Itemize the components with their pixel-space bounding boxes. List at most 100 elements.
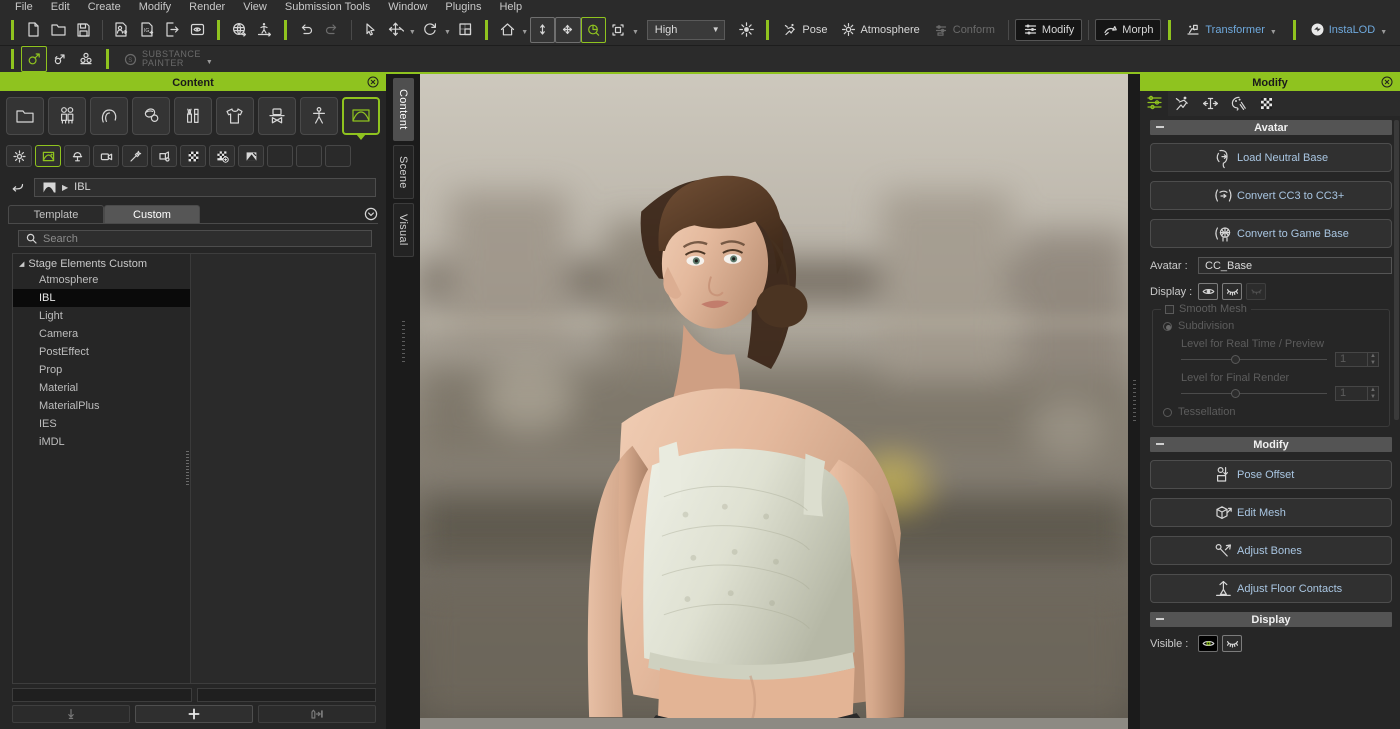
sunlight-toggle-button[interactable]	[734, 17, 759, 43]
viewport-3d[interactable]	[420, 74, 1128, 729]
import-object-button[interactable]: IG	[135, 17, 160, 43]
import-character-button[interactable]	[109, 17, 134, 43]
right-splitter-handle[interactable]	[1128, 74, 1140, 729]
new-project-button[interactable]	[21, 17, 46, 43]
menu-item-plugins[interactable]: Plugins	[436, 1, 490, 14]
world-transform-button[interactable]	[227, 17, 252, 43]
home-view-button[interactable]	[495, 17, 520, 43]
smooth-mesh-checkbox[interactable]	[1165, 305, 1174, 314]
subcategory-empty-3[interactable]	[325, 145, 351, 167]
subcategory-empty-2[interactable]	[296, 145, 322, 167]
convert-cc3-button[interactable]: Convert CC3 to CC3+	[1150, 181, 1392, 210]
subcategory-imdl[interactable]	[238, 145, 264, 167]
section-header-display[interactable]: Display	[1150, 612, 1392, 627]
menu-item-help[interactable]: Help	[490, 1, 531, 14]
adjust-bones-button[interactable]: Adjust Bones	[1150, 536, 1392, 565]
export-button[interactable]	[160, 17, 185, 43]
eyelash-icon[interactable]	[1222, 283, 1242, 300]
close-icon[interactable]	[1381, 76, 1393, 88]
tree-splitter-handle[interactable]	[186, 451, 189, 487]
tab-texture[interactable]	[1252, 91, 1280, 116]
level-final-spinner[interactable]: 1 ▲▼	[1335, 386, 1379, 401]
category-skin[interactable]	[132, 97, 170, 135]
tree-item-ibl[interactable]: IBL	[13, 289, 190, 307]
tab-pose[interactable]	[1168, 91, 1196, 116]
undo-button[interactable]	[294, 17, 319, 43]
menu-item-edit[interactable]: Edit	[42, 1, 79, 14]
panel-scrollbar[interactable]	[1394, 120, 1399, 420]
subcategory-prop[interactable]	[151, 145, 177, 167]
move-tool-dropdown-icon[interactable]: ▼	[409, 29, 416, 36]
save-project-button[interactable]	[71, 17, 96, 43]
rotate-tool-dropdown-icon[interactable]: ▼	[444, 29, 451, 36]
align-to-ground-button[interactable]	[252, 17, 277, 43]
edit-mesh-button[interactable]: Edit Mesh	[1150, 498, 1392, 527]
menu-item-window[interactable]: Window	[379, 1, 436, 14]
left-splitter-handle[interactable]	[402, 321, 405, 365]
tree-item-material[interactable]: Material	[13, 379, 190, 397]
path-field[interactable]: ▶ IBL	[34, 178, 376, 197]
eyelash-dim-icon[interactable]	[1246, 283, 1266, 300]
light-preview-button[interactable]	[581, 17, 606, 43]
back-arrow-icon[interactable]	[8, 177, 28, 197]
tree-item-materialplus[interactable]: MaterialPlus	[13, 397, 190, 415]
category-accessory[interactable]	[258, 97, 296, 135]
tree-item-prop[interactable]: Prop	[13, 361, 190, 379]
subcategory-empty-1[interactable]	[267, 145, 293, 167]
eye-on-icon[interactable]	[1198, 635, 1218, 652]
render-quality-select[interactable]: High ▼	[647, 20, 725, 40]
menu-item-view[interactable]: View	[234, 1, 276, 14]
menu-item-modify[interactable]: Modify	[130, 1, 180, 14]
modify-button[interactable]: Modify	[1015, 19, 1082, 41]
convert-game-base-button[interactable]: Convert to Game Base	[1150, 219, 1392, 248]
frame-all-button[interactable]	[555, 17, 580, 43]
subcategory-atmosphere[interactable]	[6, 145, 32, 167]
tree-root-stage-elements-custom[interactable]: ◢ Stage Elements Custom	[13, 257, 190, 271]
tree-item-imdl[interactable]: iMDL	[13, 433, 190, 451]
tree-item-posteffect[interactable]: PostEffect	[13, 343, 190, 361]
level-final-slider[interactable]	[1181, 388, 1327, 400]
subcategory-materialplus[interactable]	[209, 145, 235, 167]
tab-attribute[interactable]	[1140, 91, 1168, 116]
category-motion[interactable]	[300, 97, 338, 135]
level-realtime-spinner[interactable]: 1 ▲▼	[1335, 352, 1379, 367]
select-tool-button[interactable]	[358, 17, 383, 43]
home-view-dropdown-icon[interactable]: ▼	[521, 29, 528, 36]
substance-painter-button[interactable]: S SUBSTANCE PAINTER ▼	[116, 48, 222, 70]
tree-expand-icon[interactable]: ◢	[19, 260, 24, 268]
load-neutral-base-button[interactable]: Load Neutral Base	[1150, 143, 1392, 172]
menu-item-submission-tools[interactable]: Submission Tools	[276, 1, 379, 14]
menu-item-create[interactable]: Create	[79, 1, 130, 14]
vtab-visual[interactable]: Visual	[393, 203, 414, 257]
avatar-name-field[interactable]: CC_Base	[1198, 257, 1392, 274]
tab-collision[interactable]	[1196, 91, 1224, 116]
vtab-content[interactable]: Content	[393, 78, 414, 141]
conform-button[interactable]: Conform	[927, 19, 1002, 41]
morph-button[interactable]: Morph	[1095, 19, 1161, 41]
level-realtime-slider[interactable]	[1181, 354, 1327, 366]
atmosphere-button[interactable]: Atmosphere	[834, 19, 926, 41]
apply-down-button[interactable]	[12, 705, 130, 723]
pose-offset-button[interactable]: Pose Offset	[1150, 460, 1392, 489]
gizmo-tool-button[interactable]	[21, 46, 47, 72]
tab-material[interactable]	[1224, 91, 1252, 116]
collapse-icon[interactable]	[1156, 126, 1164, 128]
add-plus-button[interactable]	[135, 705, 253, 723]
isolate-object-button[interactable]	[606, 17, 631, 43]
tree-item-light[interactable]: Light	[13, 307, 190, 325]
rotate-tool-button[interactable]	[418, 17, 443, 43]
substance-dropdown-icon[interactable]: ▼	[206, 59, 213, 66]
tree-item-camera[interactable]: Camera	[13, 325, 190, 343]
menu-item-file[interactable]: File	[6, 1, 42, 14]
subcategory-ibl[interactable]	[35, 145, 61, 167]
eye-closed-icon[interactable]	[1222, 635, 1242, 652]
preview-window-button[interactable]	[185, 17, 210, 43]
eye-visible-icon[interactable]	[1198, 283, 1218, 300]
subcategory-camera[interactable]	[93, 145, 119, 167]
collapse-icon[interactable]	[1156, 618, 1164, 620]
asset-grid[interactable]	[191, 254, 375, 683]
category-hair[interactable]	[90, 97, 128, 135]
transformer-button[interactable]: Transformer ▼	[1178, 19, 1285, 41]
move-tool-button[interactable]	[383, 17, 408, 43]
category-cloth[interactable]	[216, 97, 254, 135]
